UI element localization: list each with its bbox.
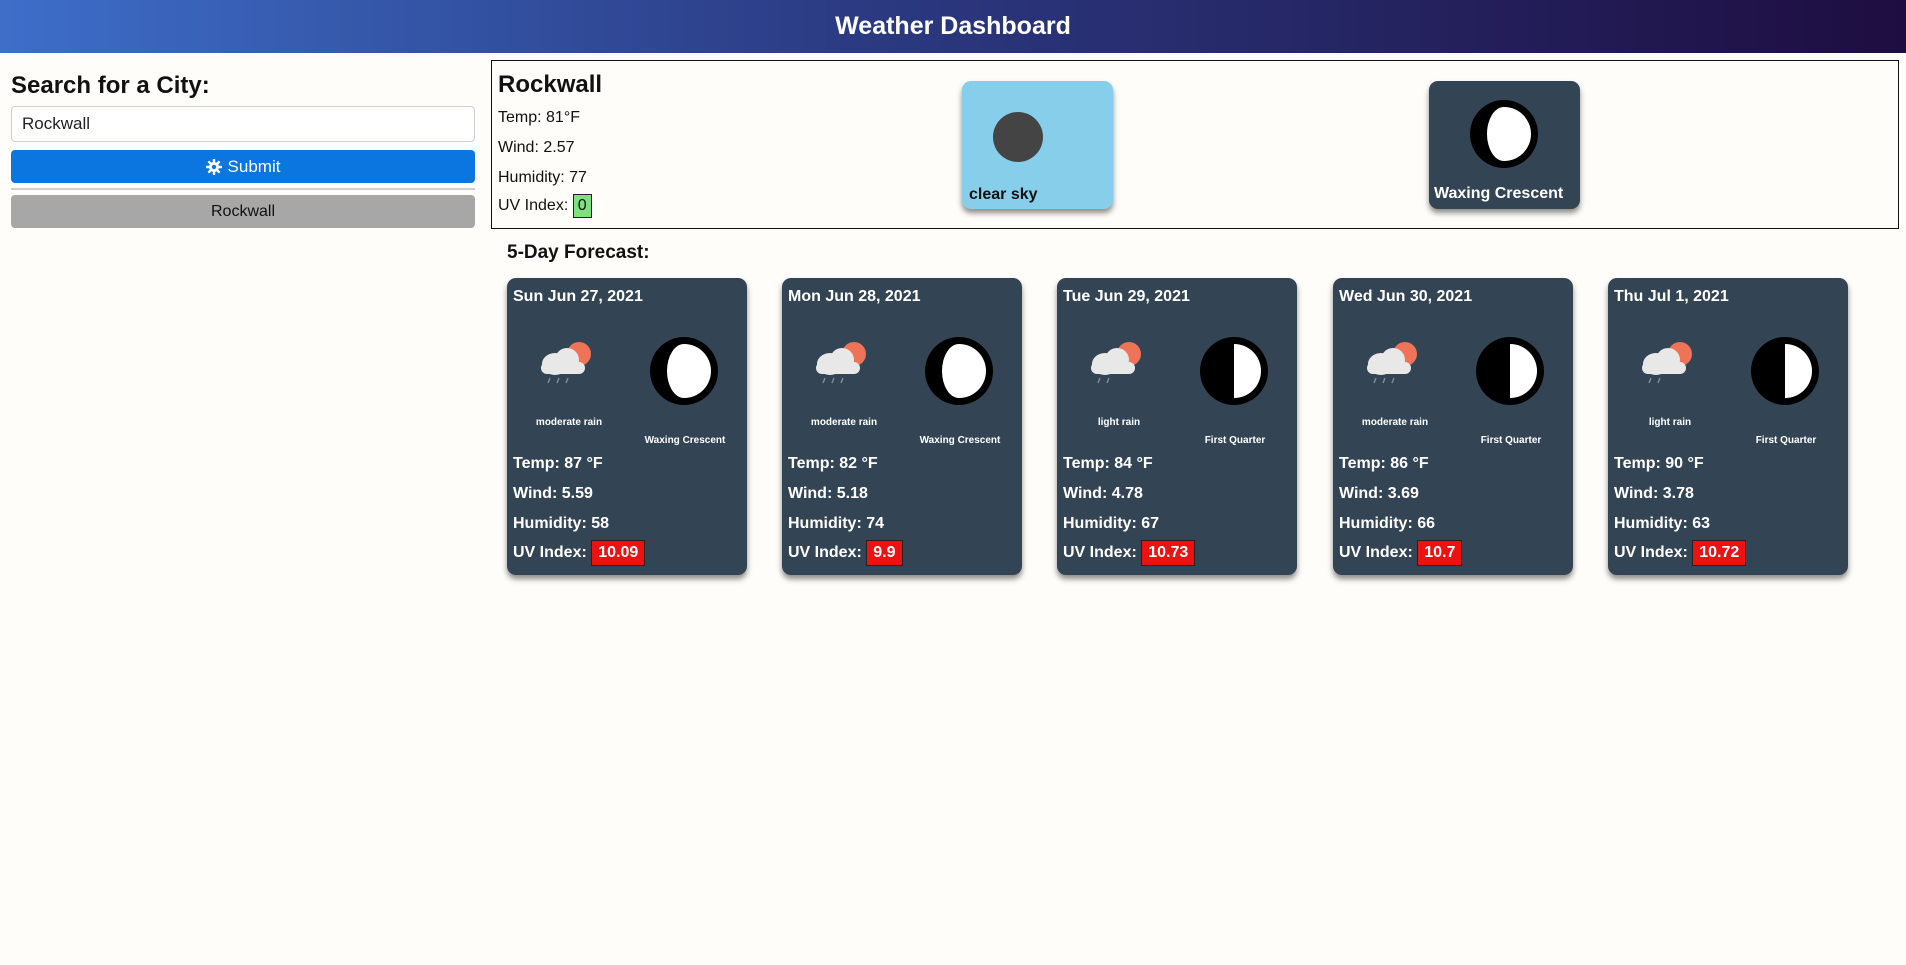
forecast-moon-desc: First Quarter — [1480, 435, 1542, 446]
forecast-date: Thu Jul 1, 2021 — [1614, 288, 1729, 305]
rain-cloud-sun-icon — [1091, 342, 1141, 384]
forecast-wind: Wind: 3.69 — [1339, 485, 1419, 502]
current-temp: Temp: 81°F — [498, 109, 580, 126]
forecast-temp: Temp: 82 °F — [788, 455, 878, 472]
forecast-humidity: Humidity: 66 — [1339, 515, 1436, 532]
forecast-uv-badge: 10.09 — [591, 540, 646, 566]
forecast-uv-row: UV Index: 10.09 — [513, 540, 646, 566]
forecast-temp: Temp: 84 °F — [1063, 455, 1153, 472]
forecast-card: Tue Jun 29, 2021 light rain First Quarte… — [1057, 278, 1297, 575]
forecast-date: Wed Jun 30, 2021 — [1339, 288, 1473, 305]
search-heading: Search for a City: — [11, 72, 210, 99]
current-humidity: Humidity: 77 — [498, 169, 587, 186]
forecast-temp: Temp: 87 °F — [513, 455, 603, 472]
current-wind: Wind: 2.57 — [498, 139, 575, 156]
forecast-uv-row: UV Index: 10.73 — [1063, 540, 1196, 566]
sidebar-divider — [11, 188, 475, 190]
clear-sky-icon — [993, 112, 1043, 162]
forecast-card: Wed Jun 30, 2021 moderate rain First Qua… — [1333, 278, 1573, 575]
current-sky-label: clear sky — [969, 186, 1038, 203]
forecast-wind: Wind: 5.18 — [788, 485, 868, 502]
forecast-moon-desc: First Quarter — [1204, 435, 1266, 446]
forecast-card: Sun Jun 27, 2021 moderate rain Waxing Cr… — [507, 278, 747, 575]
forecast-wind: Wind: 4.78 — [1063, 485, 1143, 502]
rain-cloud-sun-icon — [1367, 342, 1417, 384]
current-moon-card: Waxing Crescent — [1429, 81, 1580, 209]
rain-cloud-sun-icon — [541, 342, 591, 384]
forecast-weather-desc: moderate rain — [1361, 417, 1429, 428]
app-header: Weather Dashboard — [0, 0, 1906, 53]
rain-cloud-sun-icon — [816, 342, 866, 384]
forecast-weather-desc: light rain — [1648, 417, 1692, 428]
forecast-title: 5-Day Forecast: — [507, 242, 650, 263]
forecast-moon-desc: Waxing Crescent — [644, 435, 726, 446]
forecast-humidity: Humidity: 74 — [788, 515, 885, 532]
forecast-uv-label: UV Index: — [513, 544, 587, 561]
forecast-wind: Wind: 3.78 — [1614, 485, 1694, 502]
waxing-crescent-moon-icon — [1470, 100, 1538, 168]
forecast-uv-badge: 9.9 — [866, 540, 903, 566]
current-uv-label: UV Index: — [498, 197, 569, 214]
waxing-crescent-moon-icon — [650, 337, 718, 405]
waxing-crescent-moon-icon — [925, 337, 993, 405]
forecast-temp: Temp: 86 °F — [1339, 455, 1429, 472]
app-title: Weather Dashboard — [835, 12, 1071, 40]
forecast-uv-label: UV Index: — [788, 544, 862, 561]
forecast-card: Mon Jun 28, 2021 moderate rain Waxing Cr… — [782, 278, 1022, 575]
forecast-date: Tue Jun 29, 2021 — [1063, 288, 1190, 305]
forecast-card: Thu Jul 1, 2021 light rain First Quarter… — [1608, 278, 1848, 575]
forecast-humidity: Humidity: 63 — [1614, 515, 1711, 532]
forecast-uv-row: UV Index: 9.9 — [788, 540, 903, 566]
forecast-wind: Wind: 5.59 — [513, 485, 593, 502]
current-moon-label: Waxing Crescent — [1434, 185, 1564, 202]
forecast-humidity: Humidity: 67 — [1063, 515, 1160, 532]
forecast-uv-label: UV Index: — [1063, 544, 1137, 561]
submit-button-label: Submit — [227, 156, 281, 176]
forecast-moon-desc: First Quarter — [1755, 435, 1817, 446]
forecast-uv-label: UV Index: — [1614, 544, 1688, 561]
city-search-input[interactable] — [11, 106, 475, 142]
forecast-weather-desc: light rain — [1097, 417, 1141, 428]
first-quarter-moon-icon — [1751, 337, 1819, 405]
submit-button[interactable]: Submit — [11, 150, 475, 183]
rain-cloud-sun-icon — [1642, 342, 1692, 384]
forecast-humidity: Humidity: 58 — [513, 515, 610, 532]
forecast-date: Mon Jun 28, 2021 — [788, 288, 921, 305]
forecast-uv-row: UV Index: 10.72 — [1614, 540, 1747, 566]
current-city-name: Rockwall — [498, 71, 603, 98]
forecast-temp: Temp: 90 °F — [1614, 455, 1704, 472]
current-weather-panel: Rockwall Temp: 81°F Wind: 2.57 Humidity:… — [491, 60, 1899, 229]
forecast-weather-desc: moderate rain — [810, 417, 878, 428]
gear-icon — [205, 158, 222, 175]
first-quarter-moon-icon — [1200, 337, 1268, 405]
current-sky-card: clear sky — [962, 81, 1113, 209]
forecast-uv-badge: 10.72 — [1692, 540, 1747, 566]
first-quarter-moon-icon — [1476, 337, 1544, 405]
search-sidebar: Search for a City: Submit Rockwall — [11, 60, 475, 228]
history-city-button[interactable]: Rockwall — [11, 195, 475, 228]
forecast-uv-row: UV Index: 10.7 — [1339, 540, 1463, 566]
forecast-weather-desc: moderate rain — [535, 417, 603, 428]
forecast-moon-desc: Waxing Crescent — [919, 435, 1001, 446]
current-uv-badge: 0 — [572, 194, 592, 218]
current-uv-row: UV Index: 0 — [498, 194, 592, 218]
forecast-uv-badge: 10.7 — [1417, 540, 1463, 566]
forecast-uv-badge: 10.73 — [1141, 540, 1196, 566]
forecast-date: Sun Jun 27, 2021 — [513, 288, 643, 305]
forecast-uv-label: UV Index: — [1339, 544, 1413, 561]
